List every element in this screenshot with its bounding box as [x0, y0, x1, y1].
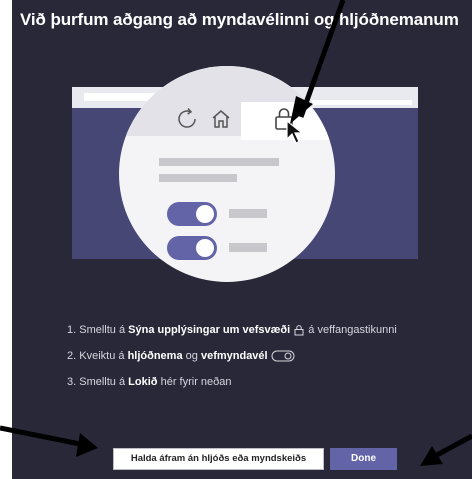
step-bold-text: hljóðnema — [127, 350, 183, 362]
step-text: Smelltu á — [79, 324, 126, 336]
instruction-step-2: 2. Kveiktu á hljóðnema og vefmyndavél — [67, 348, 472, 374]
instruction-list: 1. Smelltu á Sýna upplýsingar um vefsvæð… — [67, 322, 472, 400]
instruction-step-1: 1. Smelltu á Sýna upplýsingar um vefsvæð… — [67, 322, 472, 348]
step-text: Smelltu á — [79, 376, 126, 388]
home-icon — [212, 110, 230, 128]
toggle-label-line — [229, 243, 267, 252]
toggle-switch-on — [167, 202, 217, 226]
step-text: og — [185, 350, 198, 362]
cursor-icon — [286, 119, 304, 144]
step-number: 2. — [67, 350, 77, 362]
step-text: á veffangastikunni — [308, 324, 397, 336]
step-number: 1. — [67, 324, 77, 336]
instruction-step-3: 3. Smelltu á Lokið hér fyrir neðan — [67, 374, 472, 400]
done-button[interactable]: Done — [330, 448, 397, 470]
magnifier-circle — [119, 66, 335, 282]
browser-illustration — [12, 0, 472, 320]
toggle-icon — [271, 350, 295, 362]
toggle-knob — [196, 205, 214, 223]
permission-dialog: Við þurfum aðgang að myndavélinni og hlj… — [12, 0, 472, 479]
toggle-switch-on — [167, 236, 217, 260]
toggle-label-line — [229, 209, 267, 218]
step-bold-text: Sýna upplýsingar um vefsvæði — [128, 324, 291, 336]
step-bold-text: vefmyndavél — [200, 350, 268, 362]
continue-without-audio-video-button[interactable]: Halda áfram án hljóðs eða myndskeiðs — [113, 448, 324, 470]
step-text: hér fyrir neðan — [160, 376, 232, 388]
placeholder-line — [159, 158, 279, 166]
step-bold-text: Lokið — [128, 376, 158, 388]
placeholder-line — [159, 174, 237, 182]
refresh-icon — [178, 107, 196, 128]
toggle-knob — [196, 239, 214, 257]
step-number: 3. — [67, 376, 77, 388]
lock-icon — [294, 325, 304, 336]
step-text: Kveiktu á — [79, 350, 125, 362]
